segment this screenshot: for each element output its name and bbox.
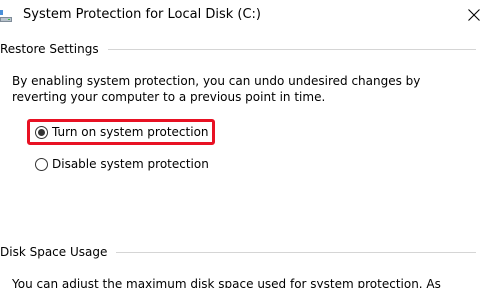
restore-settings-label: Restore Settings xyxy=(0,42,99,56)
close-button[interactable] xyxy=(451,0,497,30)
restore-description-line-1: By enabling system protection, you can u… xyxy=(12,74,421,88)
title-bar: System Protection for Local Disk (C:) xyxy=(0,0,503,30)
restore-settings-group-header: Restore Settings xyxy=(0,41,476,57)
disable-protection-label: Disable system protection xyxy=(52,157,209,171)
system-protection-dialog: System Protection for Local Disk (C:) Re… xyxy=(0,0,503,288)
disk-space-group-header: Disk Space Usage xyxy=(0,244,476,260)
radio-unselected-icon xyxy=(35,157,48,171)
turn-on-protection-label: Turn on system protection xyxy=(52,125,209,139)
drive-icon xyxy=(0,8,12,22)
disk-space-label: Disk Space Usage xyxy=(0,245,108,259)
group-divider xyxy=(116,252,476,253)
disable-protection-option[interactable]: Disable system protection xyxy=(35,156,209,172)
close-icon xyxy=(468,9,480,21)
radio-selected-icon xyxy=(35,125,48,139)
disk-space-description-line-1: You can adjust the maximum disk space us… xyxy=(12,277,441,288)
group-divider xyxy=(107,49,476,50)
restore-description-line-2: reverting your computer to a previous po… xyxy=(12,90,326,104)
window-title: System Protection for Local Disk (C:) xyxy=(23,7,261,22)
turn-on-protection-option[interactable]: Turn on system protection xyxy=(35,124,209,140)
